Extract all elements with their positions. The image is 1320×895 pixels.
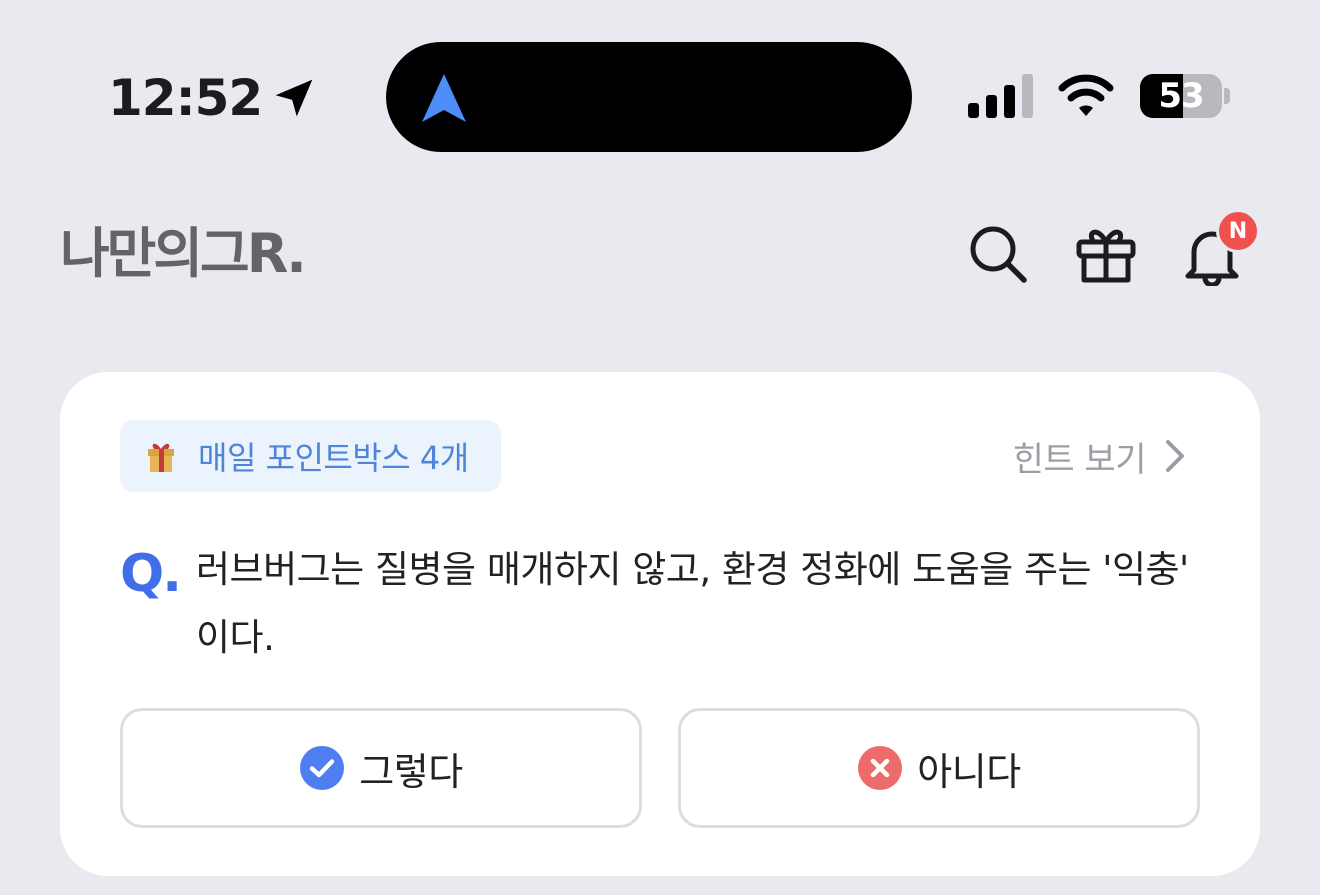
answer-yes-label: 그렇다 <box>359 749 463 794</box>
hint-label: 힌트 보기 <box>1012 439 1147 480</box>
answer-no-label: 아니다 <box>917 749 1021 794</box>
answer-no-button[interactable]: 아니다 <box>678 708 1200 828</box>
x-circle-icon <box>858 746 903 790</box>
hint-link[interactable]: 힌트 보기 <box>1012 434 1186 480</box>
answer-yes-button[interactable]: 그렇다 <box>120 708 642 828</box>
status-bar-right: 53 <box>968 72 1230 120</box>
gift-icon <box>1076 229 1136 283</box>
daily-pointbox-chip: 매일 포인트박스 4개 <box>120 420 501 492</box>
notification-badge: N <box>1216 209 1260 253</box>
chevron-right-icon <box>1166 440 1184 472</box>
question-marker: Q. <box>120 544 182 604</box>
search-icon <box>970 226 1027 283</box>
battery-tip <box>1224 88 1230 104</box>
signal-icon <box>968 74 1033 118</box>
check-circle-icon <box>300 746 345 790</box>
gift-emoji-icon <box>148 443 174 472</box>
battery-icon: 53 <box>1140 74 1222 118</box>
status-bar-time: 12:52 <box>108 68 316 128</box>
screen: 12:52 53 나만의그R. N 매일 포인트박스 4개 힌트 보기 Q. 러… <box>0 0 1320 895</box>
daily-pointbox-label: 매일 포인트박스 4개 <box>198 439 469 477</box>
app-logo[interactable]: 나만의그R. <box>60 222 307 286</box>
search-button[interactable] <box>966 222 1030 286</box>
quiz-card: 매일 포인트박스 4개 힌트 보기 Q. 러브버그는 질병을 매개하지 않고, … <box>60 372 1260 876</box>
location-arrow-icon <box>275 79 313 117</box>
battery-level-text: 53 <box>1158 76 1204 116</box>
gift-button[interactable] <box>1074 222 1138 286</box>
navigation-arrow-icon <box>422 74 466 122</box>
dynamic-island[interactable] <box>386 42 912 152</box>
question-text: 러브버그는 질병을 매개하지 않고, 환경 정화에 도움을 주는 '익충' 이다… <box>196 548 1189 659</box>
wifi-icon <box>1058 74 1114 116</box>
status-time-text: 12:52 <box>108 69 263 127</box>
